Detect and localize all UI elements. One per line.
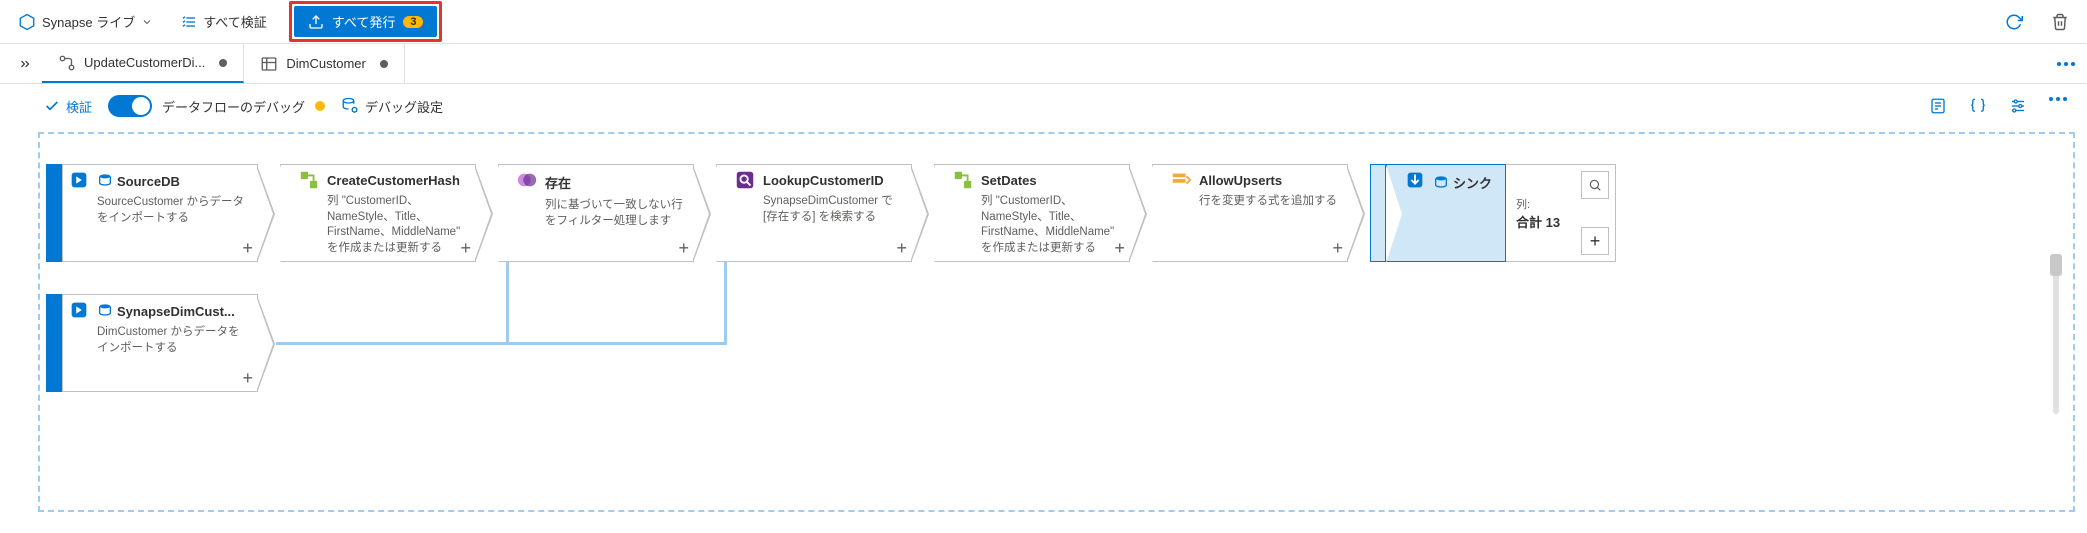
- node-handle[interactable]: [1370, 164, 1386, 262]
- dirty-indicator: [219, 59, 227, 67]
- add-step-button[interactable]: +: [242, 368, 253, 389]
- node-title-text: SetDates: [981, 173, 1121, 188]
- delete-button[interactable]: [2045, 7, 2075, 37]
- script-icon[interactable]: [1925, 93, 1951, 119]
- more-actions-icon[interactable]: [2045, 93, 2071, 119]
- exists-icon: [516, 169, 538, 191]
- add-step-button[interactable]: +: [1332, 238, 1343, 259]
- expand-panel-button[interactable]: [8, 51, 42, 77]
- node-allow-upserts[interactable]: AllowUpserts 行を変更する式を追加する +: [1152, 164, 1348, 262]
- validate-label: 検証: [66, 97, 92, 116]
- debug-settings-label: デバッグ設定: [365, 97, 443, 116]
- sink-icon: [1404, 169, 1426, 191]
- add-step-button[interactable]: +: [1114, 238, 1125, 259]
- validate-all-label: すべて検証: [203, 12, 267, 31]
- publish-highlight: すべて発行 3: [289, 1, 443, 42]
- publish-count-badge: 3: [403, 16, 423, 28]
- derived-column-icon: [952, 169, 974, 191]
- node-desc: SourceCustomer からデータをインポートする: [97, 195, 249, 255]
- settings-sliders-icon[interactable]: [2005, 93, 2031, 119]
- node-handle[interactable]: [46, 164, 62, 262]
- workspace-selector[interactable]: Synapse ライブ: [12, 8, 159, 35]
- add-step-button[interactable]: +: [460, 238, 471, 259]
- node-title-text: CreateCustomerHash: [327, 173, 467, 188]
- node-lookup[interactable]: LookupCustomerID SynapseDimCustomer で [存…: [716, 164, 912, 262]
- workspace-label: Synapse ライブ: [42, 12, 135, 31]
- zoom-slider[interactable]: [2053, 254, 2059, 414]
- tab-update-customer[interactable]: UpdateCustomerDi...: [42, 44, 244, 83]
- node-desc: 行を変更する式を追加する: [1199, 194, 1339, 255]
- node-synapse-dim[interactable]: SynapseDimCust... DimCustomer からデータをインポー…: [46, 294, 258, 392]
- node-exists[interactable]: 存在 列に基づいて一致しない行をフィルター処理します +: [498, 164, 694, 262]
- dataflow-canvas[interactable]: SourceDB SourceCustomer からデータをインポートする + …: [38, 132, 2075, 512]
- publish-all-label: すべて発行: [332, 12, 396, 31]
- source-icon: [68, 299, 90, 321]
- node-desc: DimCustomer からデータをインポートする: [97, 325, 249, 385]
- lookup-icon: [734, 169, 756, 191]
- hexagon-icon: [18, 13, 36, 31]
- add-step-button[interactable]: +: [678, 238, 689, 259]
- publish-all-button[interactable]: すべて発行 3: [294, 6, 438, 37]
- checklist-icon: [181, 14, 197, 30]
- upload-icon: [308, 14, 324, 30]
- node-handle[interactable]: [46, 294, 62, 392]
- node-create-hash[interactable]: CreateCustomerHash 列 "CustomerID、NameSty…: [280, 164, 476, 262]
- node-title-text: シンク: [1453, 173, 1492, 192]
- more-tabs-button[interactable]: [2045, 56, 2087, 72]
- debug-settings-button[interactable]: デバッグ設定: [341, 97, 443, 116]
- tabs-row: UpdateCustomerDi... DimCustomer: [0, 44, 2087, 84]
- validate-button[interactable]: 検証: [44, 97, 92, 116]
- code-braces-icon[interactable]: [1965, 93, 1991, 119]
- top-toolbar: Synapse ライブ すべて検証 すべて発行 3: [0, 0, 2087, 44]
- connector: [506, 342, 726, 345]
- node-set-dates[interactable]: SetDates 列 "CustomerID、NameStyle、Title、F…: [934, 164, 1130, 262]
- dataflow-icon: [58, 54, 76, 72]
- dirty-indicator: [380, 60, 388, 68]
- debug-toggle-group: データフローのデバッグ: [108, 95, 325, 117]
- connector: [724, 262, 727, 345]
- tab-label: DimCustomer: [286, 56, 365, 71]
- db-mini-icon: [97, 303, 113, 319]
- add-sink-button[interactable]: +: [1581, 227, 1609, 255]
- tab-label: UpdateCustomerDi...: [84, 55, 205, 70]
- node-title-text: SourceDB: [117, 174, 180, 189]
- db-mini-icon: [97, 173, 113, 189]
- database-gear-icon: [341, 97, 359, 115]
- node-title-text: SynapseDimCust...: [117, 304, 235, 319]
- node-desc: 列 "CustomerID、NameStyle、Title、FirstName、…: [327, 194, 467, 255]
- debug-toggle[interactable]: [108, 95, 152, 117]
- node-title-text: AllowUpserts: [1199, 173, 1339, 188]
- chevron-down-icon: [141, 16, 153, 28]
- node-sink[interactable]: シンク 列: 合計 13 +: [1370, 164, 1616, 262]
- node-source-db[interactable]: SourceDB SourceCustomer からデータをインポートする +: [46, 164, 258, 262]
- canvas-toolbar: [1925, 93, 2071, 119]
- debug-status-dot: [315, 101, 325, 111]
- add-step-button[interactable]: +: [896, 238, 907, 259]
- add-step-button[interactable]: +: [242, 238, 253, 259]
- node-title-text: LookupCustomerID: [763, 173, 903, 188]
- tab-dim-customer[interactable]: DimCustomer: [244, 44, 404, 83]
- node-title-text: 存在: [545, 173, 685, 192]
- sink-summary-panel: 列: 合計 13 +: [1506, 164, 1616, 262]
- node-desc: 列に基づいて一致しない行をフィルター処理します: [545, 198, 685, 255]
- validate-all-button[interactable]: すべて検証: [175, 8, 273, 35]
- connector: [276, 342, 508, 345]
- connector: [506, 262, 509, 345]
- debug-toggle-label: データフローのデバッグ: [162, 97, 305, 116]
- search-button[interactable]: [1581, 171, 1609, 199]
- alter-row-icon: [1170, 169, 1192, 191]
- derived-column-icon: [298, 169, 320, 191]
- refresh-button[interactable]: [1999, 7, 2029, 37]
- table-icon: [260, 55, 278, 73]
- db-mini-icon: [1433, 175, 1449, 191]
- source-icon: [68, 169, 90, 191]
- node-desc: 列 "CustomerID、NameStyle、Title、FirstName、…: [981, 194, 1121, 255]
- node-desc: SynapseDimCustomer で [存在する] を検索する: [763, 194, 903, 255]
- actions-row: 検証 データフローのデバッグ デバッグ設定: [0, 84, 2087, 128]
